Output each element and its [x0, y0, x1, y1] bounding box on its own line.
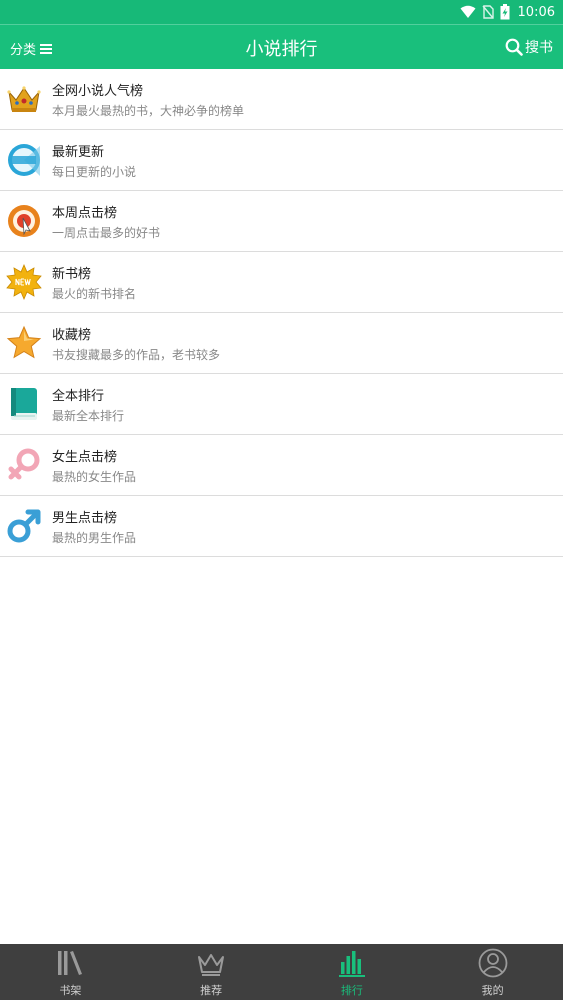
search-book-label: 搜书: [525, 40, 553, 56]
bookshelf-icon: [58, 951, 83, 975]
male-icon: [7, 509, 41, 543]
user-icon: [478, 948, 508, 978]
ranking-title: 收藏榜: [52, 328, 92, 343]
star-icon: [6, 325, 42, 359]
new-badge-icon: [8, 144, 40, 176]
app-bar: 分类 小说排行 搜书: [0, 24, 563, 70]
ranking-title: 全网小说人气榜: [52, 84, 144, 99]
nav-recommend[interactable]: 推荐: [141, 944, 282, 1000]
female-icon: [8, 448, 40, 480]
ranking-title: 全本排行: [52, 389, 105, 404]
battery-charging-icon: [500, 4, 510, 20]
wifi-icon: [460, 5, 476, 18]
target-click-icon: [8, 205, 40, 237]
nav-bookshelf[interactable]: 书架: [0, 944, 141, 1000]
ranking-list: 全网小说人气榜 本月最火最热的书，大神必争的榜单 最新更新 每日更新的小说 本周…: [0, 69, 563, 557]
ranking-item-popular[interactable]: 全网小说人气榜 本月最火最热的书，大神必争的榜单: [0, 69, 563, 130]
new-star-burst-icon: [6, 264, 42, 300]
search-book-button[interactable]: 搜书: [505, 37, 553, 57]
ranking-desc: 最热的男生作品: [52, 531, 137, 545]
book-icon: [11, 388, 37, 420]
ranking-desc: 最新全本排行: [52, 409, 125, 423]
bottom-nav: 书架 推荐 排行 我的: [0, 944, 563, 1000]
nav-ranking[interactable]: 排行: [282, 944, 423, 1000]
no-sim-icon: [481, 5, 494, 19]
search-icon: [505, 38, 523, 56]
ranking-desc: 每日更新的小说: [52, 165, 137, 179]
ranking-title: 女生点击榜: [52, 450, 118, 465]
bar-chart-icon: [338, 951, 365, 977]
ranking-desc: 书友搜藏最多的作品，老书较多: [52, 348, 221, 362]
crown-outline-icon: [198, 954, 225, 976]
nav-label: 书架: [59, 984, 82, 997]
nav-label: 排行: [340, 984, 363, 997]
ranking-desc: 最热的女生作品: [52, 470, 137, 484]
ranking-item-favorites[interactable]: 收藏榜 书友搜藏最多的作品，老书较多: [0, 313, 563, 374]
ranking-title: 本周点击榜: [52, 206, 118, 221]
ranking-desc: 最火的新书排名: [52, 287, 137, 301]
ranking-item-male[interactable]: 男生点击榜 最热的男生作品: [0, 496, 563, 557]
ranking-item-latest[interactable]: 最新更新 每日更新的小说: [0, 130, 563, 191]
ranking-title: 男生点击榜: [52, 511, 118, 526]
status-time: 10:06: [517, 4, 555, 20]
ranking-desc: 本月最火最热的书，大神必争的榜单: [52, 104, 245, 118]
ranking-desc: 一周点击最多的好书: [52, 226, 161, 240]
page-title: 小说排行: [245, 39, 318, 60]
ranking-item-weekly-click[interactable]: 本周点击榜 一周点击最多的好书: [0, 191, 563, 252]
ranking-title: 最新更新: [52, 145, 105, 160]
ranking-item-new-books[interactable]: 新书榜 最火的新书排名: [0, 252, 563, 313]
nav-mine[interactable]: 我的: [422, 944, 563, 1000]
status-icons: 10:06: [460, 3, 555, 21]
status-bar: 10:06: [0, 0, 563, 24]
nav-label: 我的: [481, 984, 504, 997]
ranking-title: 新书榜: [52, 267, 92, 282]
ranking-item-complete[interactable]: 全本排行 最新全本排行: [0, 374, 563, 435]
ranking-item-female[interactable]: 女生点击榜 最热的女生作品: [0, 435, 563, 496]
crown-icon: [7, 86, 41, 112]
nav-label: 推荐: [200, 984, 223, 997]
